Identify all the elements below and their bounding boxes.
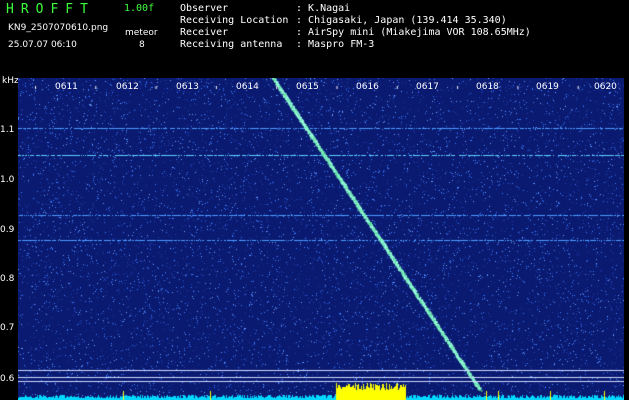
x-tick-label: 0611 bbox=[55, 82, 78, 92]
x-tick-label: 0620 bbox=[594, 82, 617, 92]
y-tick-label: 1.1 bbox=[0, 125, 15, 135]
info-value: Chigasaki, Japan (139.414 35.340) bbox=[308, 15, 507, 26]
info-label: Receiver bbox=[180, 27, 229, 38]
meteor-count: 8 bbox=[139, 40, 145, 50]
x-tick-label: 0618 bbox=[476, 82, 499, 92]
x-tick-label: 0613 bbox=[176, 82, 199, 92]
station-info: Observer: K.Nagai Receiving Location: Ch… bbox=[180, 3, 531, 51]
y-tick-label: 0.6 bbox=[0, 374, 15, 384]
y-tick-label: 0.9 bbox=[0, 225, 15, 235]
y-axis-unit: kHz bbox=[2, 76, 19, 86]
info-value: K.Nagai bbox=[308, 3, 351, 14]
x-tick-label: 0617 bbox=[416, 82, 439, 92]
info-label: Observer bbox=[180, 3, 229, 14]
x-tick-label: 0615 bbox=[296, 82, 319, 92]
x-tick-label: 0619 bbox=[536, 82, 559, 92]
info-label: Receiving antenna bbox=[180, 39, 283, 50]
info-row-location: Receiving Location: Chigasaki, Japan (13… bbox=[180, 15, 507, 26]
info-row-antenna: Receiving antenna: Maspro FM-3 bbox=[180, 39, 375, 50]
version-label: 1.00f bbox=[124, 3, 155, 14]
spectrogram-canvas bbox=[18, 78, 624, 400]
info-value: Maspro FM-3 bbox=[308, 39, 375, 50]
y-tick-label: 0.7 bbox=[0, 323, 15, 333]
date-time: 25.07.07 06:10 bbox=[8, 40, 77, 50]
info-row-receiver: Receiver: AirSpy mini (Miakejima VOR 108… bbox=[180, 27, 531, 38]
y-tick-label: 1.0 bbox=[0, 175, 15, 185]
x-tick-label: 0614 bbox=[236, 82, 259, 92]
app-logo: HROFFT bbox=[6, 2, 95, 17]
file-name: KN9_2507070610.png bbox=[8, 23, 109, 33]
info-value: AirSpy mini (Miakejima VOR 108.65MHz) bbox=[308, 27, 531, 38]
x-tick-label: 0616 bbox=[356, 82, 379, 92]
meteor-label: meteor bbox=[125, 28, 158, 38]
x-tick-label: 0612 bbox=[116, 82, 139, 92]
info-label: Receiving Location bbox=[180, 15, 289, 26]
y-tick-label: 0.8 bbox=[0, 274, 15, 284]
info-row-observer: Observer: K.Nagai bbox=[180, 3, 351, 14]
